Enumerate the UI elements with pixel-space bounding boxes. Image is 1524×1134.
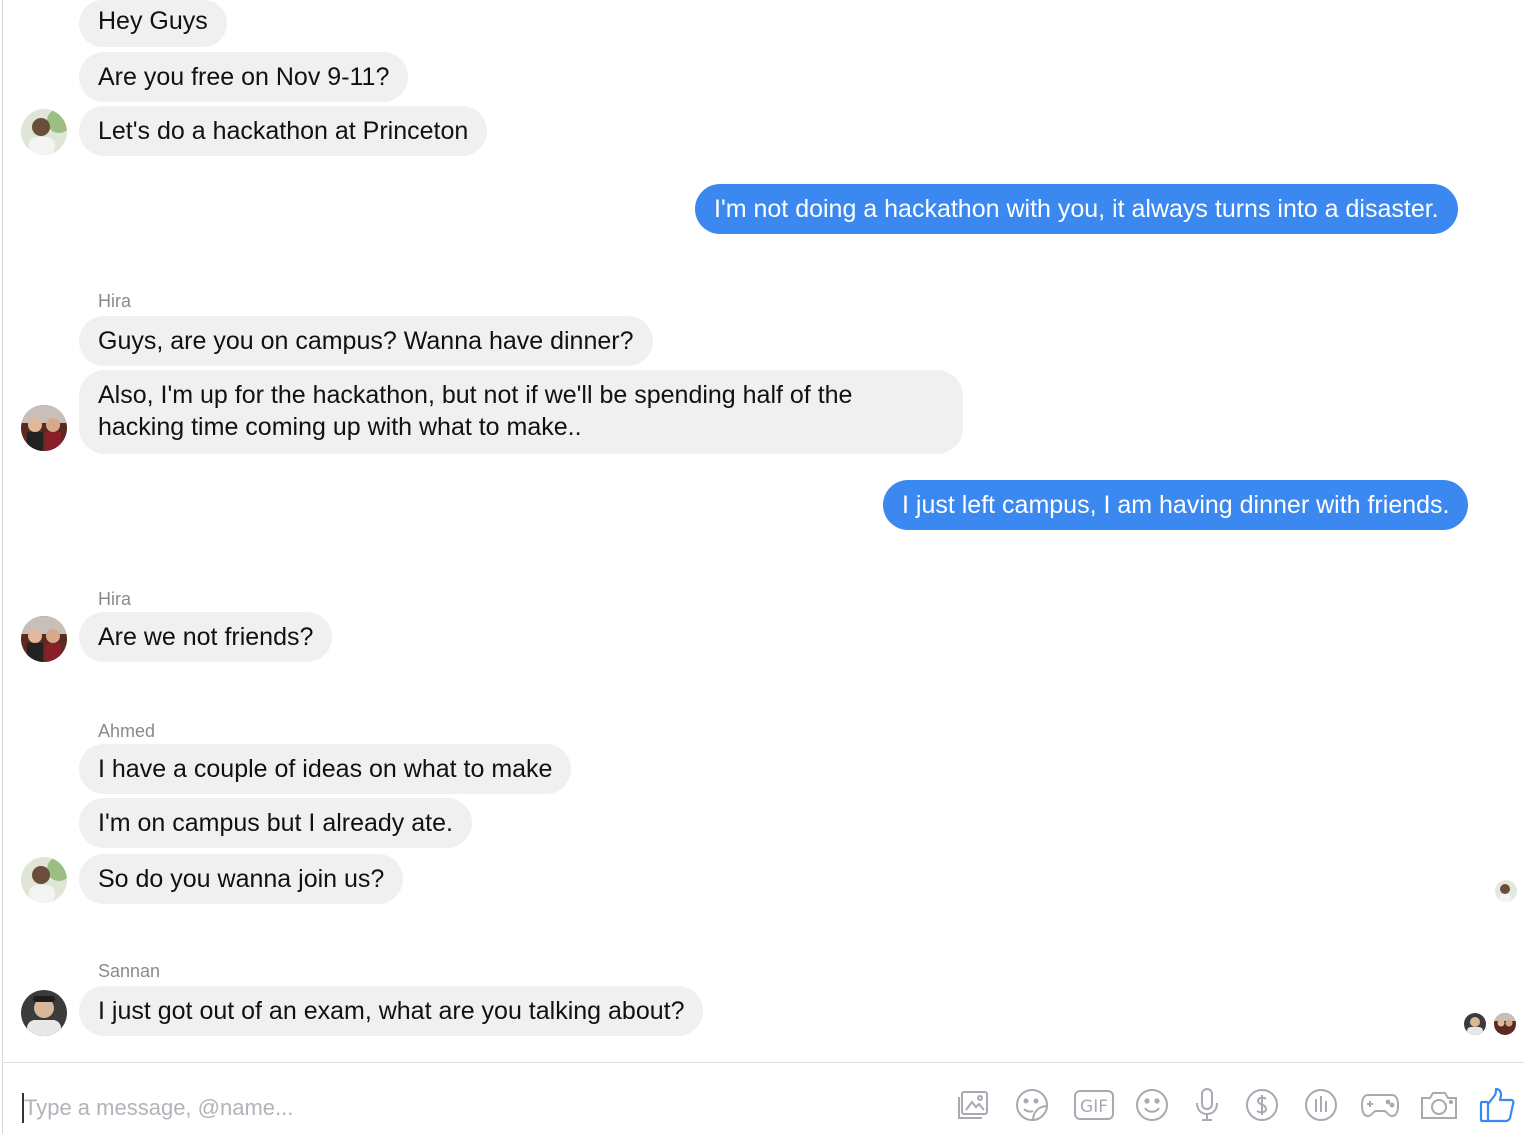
message-bubble[interactable]: Hey Guys bbox=[79, 0, 227, 47]
message-bubble[interactable]: I just got out of an exam, what are you … bbox=[79, 986, 704, 1036]
sender-name: Sannan bbox=[98, 961, 161, 981]
sticker-icon[interactable] bbox=[1012, 1085, 1052, 1125]
message-bubble[interactable]: Also, I'm up for the hackathon, but not … bbox=[79, 370, 963, 454]
read-receipt-avatar bbox=[1464, 1013, 1486, 1035]
microphone-icon[interactable] bbox=[1187, 1085, 1227, 1125]
left-border bbox=[2, 0, 3, 1134]
payment-icon[interactable] bbox=[1242, 1085, 1282, 1125]
game-icon[interactable] bbox=[1358, 1085, 1402, 1125]
outgoing-message-bubble[interactable]: I just left campus, I am having dinner w… bbox=[883, 480, 1469, 530]
message-bubble[interactable]: I have a couple of ideas on what to make bbox=[79, 744, 572, 794]
avatar[interactable] bbox=[21, 616, 67, 662]
message-bubble[interactable]: So do you wanna join us? bbox=[79, 854, 404, 904]
gif-icon[interactable]: GIF bbox=[1072, 1085, 1116, 1125]
emoji-icon[interactable] bbox=[1132, 1085, 1172, 1125]
message-composer: GIF bbox=[3, 1062, 1524, 1134]
sender-name: Hira bbox=[98, 589, 132, 609]
avatar[interactable] bbox=[21, 109, 67, 155]
photo-icon[interactable] bbox=[953, 1085, 993, 1125]
sender-name: Hira bbox=[98, 291, 132, 311]
avatar[interactable] bbox=[21, 857, 67, 903]
gif-label: GIF bbox=[1080, 1097, 1108, 1117]
message-bubble[interactable]: Are we not friends? bbox=[79, 612, 333, 662]
message-bubble[interactable]: Are you free on Nov 9-11? bbox=[79, 52, 409, 102]
avatar[interactable] bbox=[21, 405, 67, 451]
sender-name: Ahmed bbox=[98, 721, 156, 741]
avatar[interactable] bbox=[21, 990, 67, 1036]
message-input[interactable] bbox=[24, 1091, 924, 1125]
message-bubble[interactable]: I'm on campus but I already ate. bbox=[79, 798, 472, 848]
camera-icon[interactable] bbox=[1417, 1085, 1461, 1125]
message-bubble[interactable]: Guys, are you on campus? Wanna have dinn… bbox=[79, 316, 653, 366]
read-receipt-avatar bbox=[1494, 1013, 1516, 1035]
read-receipt-avatar bbox=[1495, 880, 1517, 902]
message-bubble[interactable]: Let's do a hackathon at Princeton bbox=[79, 106, 488, 156]
outgoing-message-bubble[interactable]: I'm not doing a hackathon with you, it a… bbox=[695, 184, 1458, 234]
thumbs-up-icon[interactable] bbox=[1477, 1085, 1517, 1125]
poll-icon[interactable] bbox=[1301, 1085, 1341, 1125]
